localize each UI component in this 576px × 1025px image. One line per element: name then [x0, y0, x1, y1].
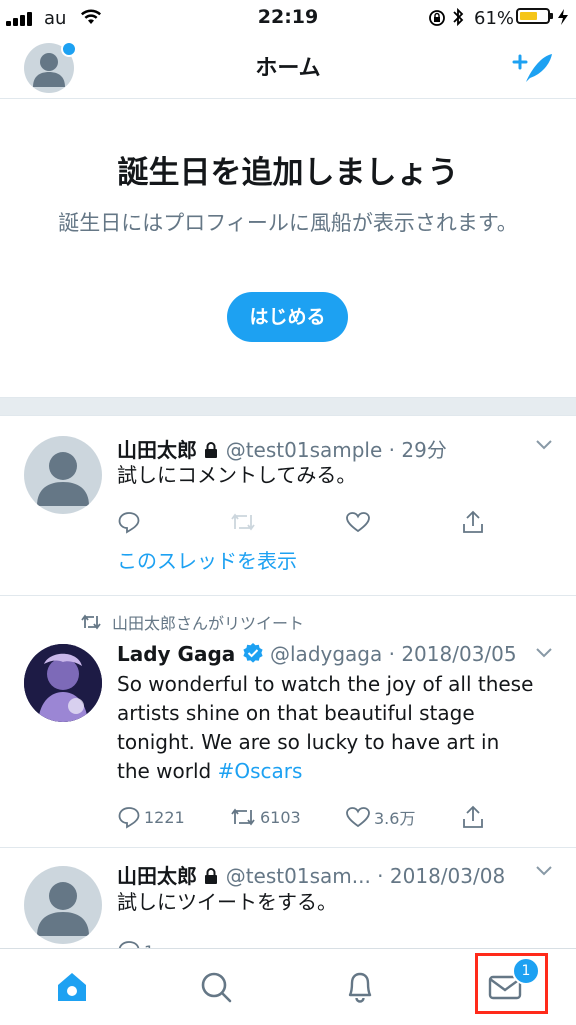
tweet-actions: 1221 6103 3.6万: [117, 802, 547, 832]
default-avatar-icon: [37, 452, 89, 506]
tweet-avatar[interactable]: [24, 644, 102, 722]
share-icon: [463, 805, 483, 828]
tweet-handle: @test01sam...: [225, 864, 371, 888]
tweet-text: 試しにコメントしてみる。: [117, 463, 357, 487]
tweet-timestamp: 29分: [401, 438, 447, 462]
like-count: 3.6万: [374, 809, 416, 828]
search-icon[interactable]: [196, 967, 236, 1007]
tweet-handle: @test01sample: [225, 438, 383, 462]
tweet-timestamp: 2018/03/08: [389, 864, 506, 888]
tweet-text: 試しにツイートをする。: [117, 890, 337, 914]
separator: ·: [382, 642, 402, 666]
chevron-down-icon[interactable]: [536, 648, 552, 658]
share-button[interactable]: [461, 802, 485, 832]
top-navigation-bar: ホーム: [0, 36, 576, 99]
tweet-item[interactable]: 山田太郎さんがリツイート Lady Gaga @ladygaga · 2018/…: [0, 596, 576, 848]
get-started-button[interactable]: はじめる: [227, 292, 348, 342]
reply-icon: [118, 512, 140, 534]
retweet-icon: [81, 614, 101, 630]
tweet-author-name[interactable]: 山田太郎: [117, 864, 197, 888]
share-icon: [463, 510, 483, 533]
share-button[interactable]: [461, 507, 485, 537]
like-button[interactable]: [345, 507, 371, 537]
orientation-lock-icon: [429, 10, 445, 26]
verified-badge-icon: [243, 643, 263, 663]
tweet-text: So wonderful to watch the joy of all the…: [117, 670, 537, 786]
tweet-body: So wonderful to watch the joy of all the…: [117, 672, 534, 783]
section-divider: [0, 397, 576, 416]
default-avatar-icon: [37, 882, 89, 936]
birthday-prompt-description: 誕生日にはプロフィールに風船が表示されます。: [58, 211, 518, 235]
tweet-timestamp: 2018/03/05: [401, 642, 517, 666]
reply-icon: [118, 807, 140, 829]
messages-unread-badge: 1: [512, 957, 540, 985]
birthday-prompt-heading: 誕生日を追加しましょう: [117, 155, 459, 191]
separator: ·: [370, 864, 390, 888]
tweet-avatar[interactable]: [24, 866, 102, 944]
notifications-icon[interactable]: [340, 967, 380, 1007]
page-title: ホーム: [255, 56, 321, 81]
retweet-button-disabled: [229, 507, 257, 537]
tweet-item[interactable]: 山田太郎 @test01sample · 29分 試しにコメントしてみる。 この…: [0, 416, 576, 596]
tweet-header: 山田太郎 @test01sample · 29分: [117, 434, 447, 463]
tweet-author-name[interactable]: Lady Gaga: [117, 642, 235, 666]
tweet-actions: [117, 507, 547, 537]
charging-bolt-icon: [558, 9, 568, 25]
lady-gaga-avatar-photo: [24, 644, 102, 722]
battery-percentage: 61%: [474, 8, 515, 29]
like-button[interactable]: 3.6万: [345, 802, 415, 832]
battery-icon: [516, 8, 553, 24]
reply-button[interactable]: 1221: [117, 802, 185, 832]
bluetooth-icon: [453, 7, 464, 27]
hashtag-link[interactable]: #Oscars: [218, 759, 303, 783]
retweet-count: 6103: [260, 807, 301, 827]
heart-icon: [346, 807, 370, 828]
retweet-context: 山田太郎さんがリツイート: [80, 610, 304, 634]
show-thread-link[interactable]: このスレッドを表示: [117, 547, 547, 576]
tweet-avatar[interactable]: [24, 436, 102, 514]
birthday-prompt-card: 誕生日を追加しましょう 誕生日にはプロフィールに風船が表示されます。 はじめる: [0, 99, 576, 397]
reply-button[interactable]: [117, 507, 141, 537]
retweet-icon: [231, 808, 255, 826]
tweet-author-name[interactable]: 山田太郎: [117, 438, 197, 462]
heart-icon: [346, 512, 370, 533]
tweet-item[interactable]: 山田太郎 @test01sam... · 2018/03/08 試しにツイートを…: [0, 848, 576, 963]
tweet-handle: @ladygaga: [270, 642, 383, 666]
tweet-header: 山田太郎 @test01sam... · 2018/03/08: [117, 860, 505, 889]
chevron-down-icon[interactable]: [536, 440, 552, 450]
retweeted-by-label: 山田太郎さんがリツイート: [112, 614, 305, 633]
status-bar: au 22:19 61%: [0, 0, 576, 36]
reply-count: 1221: [144, 807, 185, 827]
tweet-header: Lady Gaga @ladygaga · 2018/03/05: [117, 642, 517, 666]
retweet-icon: [231, 513, 255, 531]
chevron-down-icon[interactable]: [536, 866, 552, 876]
lock-icon: [205, 442, 218, 458]
retweet-button[interactable]: 6103: [229, 802, 301, 832]
home-icon[interactable]: [52, 967, 92, 1007]
separator: ·: [382, 438, 402, 462]
compose-tweet-icon[interactable]: [512, 48, 556, 88]
lock-icon: [205, 868, 218, 884]
